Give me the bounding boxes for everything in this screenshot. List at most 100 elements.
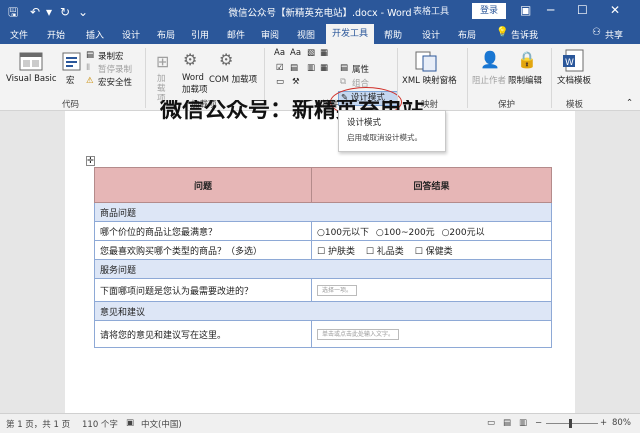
dropdown-content-control[interactable]: 选择一项。 <box>317 284 358 296</box>
svg-text:W: W <box>565 58 574 68</box>
com-addins-button[interactable]: COM 加载项 <box>209 73 257 85</box>
tab-file[interactable]: 文件 <box>10 28 28 41</box>
document-template-button[interactable]: 文档模板 <box>557 74 591 86</box>
share-button[interactable]: 共享 <box>605 28 623 41</box>
tab-references[interactable]: 引用 <box>191 28 209 41</box>
date-picker-icon[interactable]: ▦ <box>320 63 328 73</box>
option-label: 护肤类 <box>327 246 355 257</box>
tab-home[interactable]: 开始 <box>47 28 65 41</box>
checkbox-icon[interactable]: ☐ <box>317 247 325 257</box>
web-layout-icon[interactable]: ▥ <box>519 418 527 428</box>
text-content-control[interactable]: 单击或点击此处输入文字。 <box>317 328 400 340</box>
table-section-row: 商品问题 <box>94 202 552 222</box>
repeating-section-icon[interactable]: ▭ <box>276 77 284 87</box>
checkbox-icon[interactable]: ☐ <box>366 247 374 257</box>
lightbulb-icon: 💡 <box>496 27 509 38</box>
radio-icon[interactable]: ○ <box>376 228 384 238</box>
macro-icon <box>62 52 81 71</box>
zoom-slider-thumb[interactable] <box>569 419 572 428</box>
minimize-icon[interactable]: ─ <box>547 3 554 17</box>
tab-table-design[interactable]: 设计 <box>422 28 440 41</box>
tab-table-layout[interactable]: 布局 <box>458 28 476 41</box>
table-section-row: 意见和建议 <box>94 301 552 321</box>
tab-view[interactable]: 视图 <box>297 28 315 41</box>
login-button[interactable]: 登录 <box>472 3 506 19</box>
checkbox-icon[interactable]: ☐ <box>415 247 423 257</box>
xml-mapping-pane-button[interactable]: XML 映射窗格 <box>402 74 457 86</box>
visual-basic-button[interactable]: Visual Basic <box>6 74 57 84</box>
group-label-protect: 保护 <box>498 100 516 110</box>
tab-insert[interactable]: 插入 <box>86 28 104 41</box>
tooltip-title: 设计模式 <box>347 118 382 128</box>
checkbox-control-icon[interactable]: ☑ <box>276 63 284 73</box>
picture-control-icon[interactable]: ▧ <box>307 48 315 58</box>
option-label: 礼品类 <box>376 246 404 257</box>
zoom-level[interactable]: 80% <box>612 418 631 428</box>
group-separator <box>145 48 146 108</box>
maximize-icon[interactable]: ☐ <box>577 3 588 17</box>
tab-review[interactable]: 审阅 <box>261 28 279 41</box>
table-tools-label: 表格工具 <box>413 7 450 17</box>
zoom-in-icon[interactable]: + <box>600 418 607 428</box>
word-addins-button[interactable]: Word <box>182 73 204 83</box>
status-bar: 第 1 页，共 1 页 110 个字 ▣ 中文(中国) ▭ ▤ ▥ − + 80… <box>0 413 640 433</box>
table-move-handle-icon[interactable]: ✛ <box>86 156 95 166</box>
macro-button[interactable]: 宏 <box>66 74 75 86</box>
tab-design[interactable]: 设计 <box>122 28 140 41</box>
proofing-icon[interactable]: ▣ <box>126 418 134 428</box>
group-icon: ⧉ <box>340 77 347 87</box>
tab-mailings[interactable]: 邮件 <box>227 28 245 41</box>
ribbon-display-icon[interactable]: ▣ <box>520 3 531 17</box>
group-label-templates: 模板 <box>566 100 584 110</box>
title-bar: 🖫 ↶ ▾ ↻ ⌄ 微信公众号【新精英充电站】.docx - Word 表格工具… <box>0 0 640 24</box>
zoom-slider[interactable] <box>546 423 598 424</box>
language-indicator[interactable]: 中文(中国) <box>141 418 182 430</box>
document-template-icon: W <box>563 49 584 72</box>
word-addins-icon: ⚙ <box>183 50 198 69</box>
record-macro-button[interactable]: 录制宏 <box>98 50 124 62</box>
rich-text-control-icon[interactable]: Aa <box>274 48 285 58</box>
tell-me-box[interactable]: 告诉我 <box>511 28 538 41</box>
addins-icon: ⊞ <box>156 52 170 71</box>
print-layout-icon[interactable]: ▤ <box>503 418 511 428</box>
legacy-tools-icon[interactable]: ⚒ <box>292 77 300 87</box>
survey-table: 问题 回答结果 商品问题 哪个价位的商品让您最满意？ ○100元以下 ○100~… <box>94 167 552 348</box>
option-label: 100元以下 <box>324 227 370 238</box>
macro-security-button[interactable]: 宏安全性 <box>98 76 132 88</box>
group-separator <box>551 48 552 108</box>
collapse-ribbon-icon[interactable]: ⌃ <box>626 98 633 108</box>
plain-text-control-icon[interactable]: Aa <box>290 48 301 58</box>
record-macro-icon: ▤ <box>86 50 95 60</box>
zoom-out-icon[interactable]: − <box>535 418 542 428</box>
answer-cell: 选择一项。 <box>311 278 552 302</box>
read-mode-icon[interactable]: ▭ <box>487 418 495 428</box>
header-question: 问题 <box>94 167 312 203</box>
pause-recording-button[interactable]: 暂停录制 <box>98 63 132 75</box>
tooltip-description: 启用或取消设计模式。 <box>347 133 422 142</box>
question-cell: 请将您的意见和建议写在这里。 <box>94 320 312 348</box>
pause-icon: Ⅱ <box>86 63 91 73</box>
properties-button[interactable]: 属性 <box>352 63 369 75</box>
tab-help[interactable]: 帮助 <box>384 28 402 41</box>
building-block-icon[interactable]: ▦ <box>320 48 328 58</box>
block-authors-button[interactable]: 阻止作者 <box>472 74 506 86</box>
xml-mapping-icon <box>415 51 437 72</box>
section-suggestions: 意见和建议 <box>94 301 552 321</box>
ribbon-tabs: 文件 开始 插入 设计 布局 引用 邮件 审阅 视图 开发工具 帮助 设计 布局… <box>0 24 640 44</box>
table-row: 您最喜欢购买哪个类型的商品？（多选） ☐ 护肤类 ☐ 礼品类 ☐ 保健类 <box>94 240 552 260</box>
combo-box-icon[interactable]: ▤ <box>290 63 298 73</box>
option-label: 100~200元 <box>383 227 435 238</box>
radio-icon[interactable]: ○ <box>317 228 325 238</box>
window-title: 微信公众号【新精英充电站】.docx - Word <box>228 8 412 19</box>
close-icon[interactable]: ✕ <box>610 3 620 17</box>
block-authors-icon: 👤 <box>480 50 500 69</box>
restrict-editing-button[interactable]: 限制编辑 <box>508 74 542 86</box>
tab-layout[interactable]: 布局 <box>157 28 175 41</box>
option-label: 保健类 <box>425 246 453 257</box>
group-separator <box>397 48 398 108</box>
page-count[interactable]: 第 1 页，共 1 页 <box>6 418 70 430</box>
word-count[interactable]: 110 个字 <box>82 418 118 430</box>
question-cell: 哪个价位的商品让您最满意？ <box>94 221 312 241</box>
dropdown-list-icon[interactable]: ▥ <box>307 63 315 73</box>
tab-developer[interactable]: 开发工具 <box>326 24 375 44</box>
